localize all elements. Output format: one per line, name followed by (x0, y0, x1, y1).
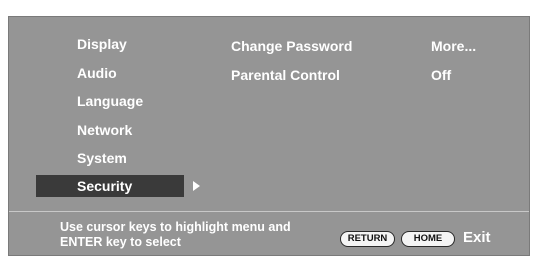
setting-change-password-value[interactable]: More... (431, 37, 476, 55)
help-text-line-1: Use cursor keys to highlight menu and (60, 220, 291, 234)
help-text: Use cursor keys to highlight menu and EN… (60, 220, 291, 250)
footer-divider (9, 211, 529, 212)
menu-item-display[interactable]: Display (77, 35, 127, 53)
menu-item-audio[interactable]: Audio (77, 64, 117, 82)
return-button[interactable]: RETURN (340, 231, 395, 247)
help-text-line-2: ENTER key to select (60, 235, 181, 249)
menu-item-security[interactable]: Security (36, 175, 184, 197)
chevron-right-icon (193, 181, 200, 191)
setting-parental-control-label[interactable]: Parental Control (231, 66, 340, 84)
home-button[interactable]: HOME (401, 231, 455, 247)
exit-button[interactable]: Exit (463, 229, 491, 247)
setting-parental-control-value[interactable]: Off (431, 66, 451, 84)
setting-change-password-label[interactable]: Change Password (231, 37, 352, 55)
menu-item-system[interactable]: System (77, 149, 127, 167)
menu-item-network[interactable]: Network (77, 121, 132, 139)
settings-panel: Display Audio Language Network System Se… (8, 16, 530, 256)
menu-item-language[interactable]: Language (77, 92, 143, 110)
